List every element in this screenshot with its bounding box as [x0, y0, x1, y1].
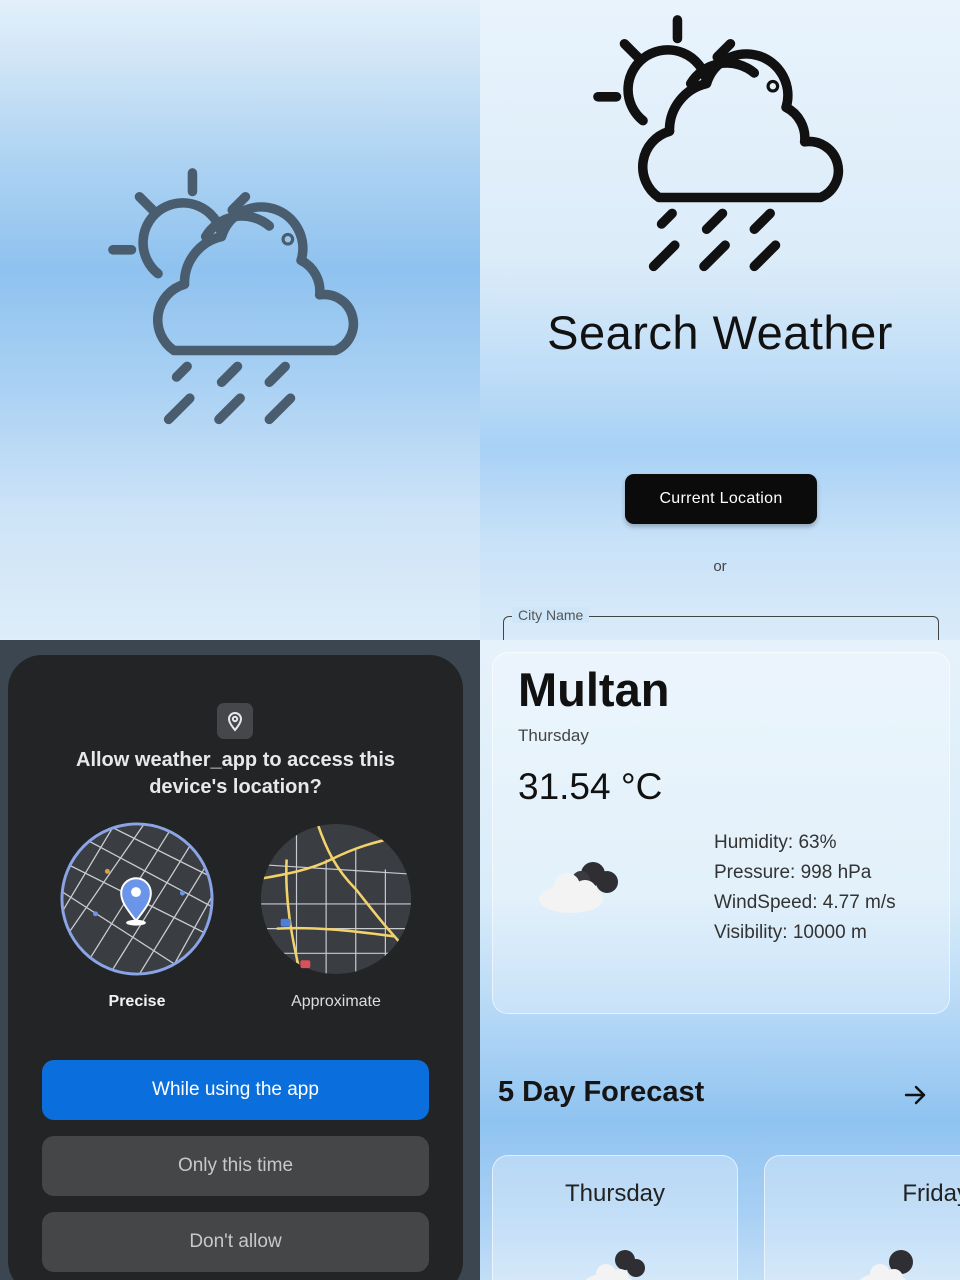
sun-behind-rain-cloud-icon	[108, 168, 359, 425]
humidity-text: Humidity: 63%	[714, 832, 837, 853]
search-screen: Search Weather Current Location or City …	[480, 0, 960, 640]
approximate-label: Approximate	[291, 993, 381, 1010]
arrow-right-icon[interactable]	[900, 1080, 930, 1110]
or-divider-text: or	[713, 558, 727, 575]
sun-behind-rain-cloud-icon	[593, 15, 844, 272]
forecast-day: Friday	[902, 1180, 960, 1207]
wind-speed-text: WindSpeed: 4.77 m/s	[714, 892, 896, 913]
forecast-day: Thursday	[564, 1180, 666, 1207]
only-this-time-button[interactable]: Only this time	[42, 1136, 429, 1196]
forecast-heading: 5 Day Forecast	[498, 1076, 705, 1108]
dialog-title: Allow weather_app to access this device'…	[76, 749, 395, 798]
permission-screen: Allow weather_app to access this device'…	[0, 640, 480, 1280]
while-using-app-button[interactable]: While using the app	[42, 1060, 429, 1120]
cloud-icon	[585, 1250, 645, 1280]
forecast-card[interactable]: Thursday	[492, 1155, 738, 1280]
precise-map-icon	[60, 822, 214, 976]
pressure-text: Pressure: 998 hPa	[714, 862, 872, 883]
page-title: Search Weather	[547, 306, 893, 359]
city-name-label: City Name	[512, 607, 590, 623]
precise-label: Precise	[108, 993, 166, 1010]
splash-screen	[0, 0, 480, 640]
current-location-button[interactable]: Current Location	[625, 474, 817, 524]
weather-stats: Humidity: 63% Pressure: 998 hPa WindSpee…	[714, 828, 896, 948]
precise-option[interactable]: Precise	[57, 820, 217, 1011]
current-day: Thursday	[518, 726, 589, 745]
temperature-value: 31.54 °C	[518, 766, 663, 807]
approximate-map-icon	[260, 823, 412, 975]
dont-allow-button[interactable]: Don't allow	[42, 1212, 429, 1272]
forecast-card[interactable]: Friday	[764, 1155, 960, 1280]
cloud-icon	[539, 862, 618, 913]
location-pin-icon	[217, 703, 253, 739]
city-name: Multan	[518, 663, 670, 716]
approximate-option[interactable]: Approximate	[256, 820, 416, 1011]
location-permission-dialog: Allow weather_app to access this device'…	[8, 655, 463, 1280]
cloud-icon	[859, 1250, 913, 1280]
visibility-text: Visibility: 10000 m	[714, 922, 867, 943]
weather-result-screen: Multan Thursday 31.54 °C Humidity: 63% P…	[480, 640, 960, 1280]
